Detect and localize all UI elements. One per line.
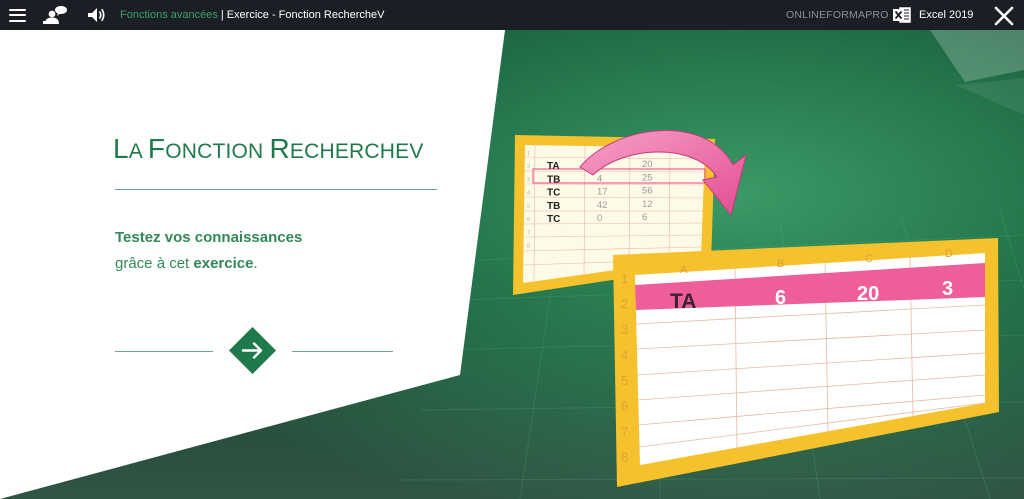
title-divider: [115, 189, 437, 190]
small-sheet-value: 20: [642, 159, 653, 170]
large-sheet-column-header: C: [865, 253, 873, 265]
menu-button[interactable]: [0, 0, 34, 30]
nav-divider-left: [115, 351, 213, 352]
small-sheet-value: 42: [597, 200, 608, 211]
large-sheet-column-header: D: [945, 248, 953, 260]
small-sheet-code: TC: [547, 214, 560, 225]
small-sheet-row-number: 5: [527, 204, 530, 210]
breadcrumb: Fonctions avancées | Exercice - Fonction R…: [120, 0, 384, 30]
large-sheet-row-number: 5: [621, 373, 628, 388]
highlight-value-3: 3: [942, 278, 953, 300]
breadcrumb-separator: |: [220, 9, 224, 21]
breadcrumb-section[interactable]: Fonctions avancées: [120, 9, 218, 21]
small-sheet-value: 0: [597, 213, 602, 224]
large-sheet-row-number: 8: [621, 450, 628, 465]
small-sheet-value: 17: [597, 187, 608, 198]
highlight-code: TA: [670, 290, 696, 313]
small-sheet-row-number: 8: [527, 243, 530, 249]
large-sheet-row-number: 1: [621, 271, 628, 286]
small-sheet-code: TA: [547, 161, 560, 172]
large-sheet-row-number: 4: [621, 348, 628, 363]
brand-name: ONLINEFORMAPRO: [786, 9, 889, 21]
breadcrumb-current-page: Exercice - Fonction RechercheV: [226, 9, 385, 21]
small-sheet-value: 25: [642, 172, 653, 183]
small-sheet-value: 6: [642, 212, 647, 223]
small-sheet-row-number: 7: [527, 230, 530, 236]
subtitle-line-2: grâce à cet exercice.: [115, 255, 258, 272]
small-sheet-value: 12: [642, 199, 653, 210]
users-chat-icon: [43, 6, 67, 24]
small-sheet-row-number: 1: [527, 151, 530, 157]
large-sheet-column-header: B: [777, 258, 784, 270]
large-sheet-row-number: 7: [621, 424, 628, 439]
subtitle-line-1: Testez vos connaissances: [115, 229, 303, 246]
large-spreadsheet: A B C D 1 2 3 4 5 6 7 8 TA 6 20 3: [613, 238, 999, 487]
top-bar: Fonctions avancées | Exercice - Fonction R…: [0, 0, 1024, 30]
sound-icon: [88, 8, 105, 22]
next-button[interactable]: [229, 327, 276, 374]
small-sheet-value: 4: [597, 173, 602, 184]
large-sheet-row-number: 3: [621, 322, 628, 337]
page-title: LA FONCTION RECHERCHEV: [113, 133, 424, 164]
highlight-value-1: 6: [775, 287, 786, 309]
small-sheet-row-number: 6: [527, 217, 530, 223]
small-sheet-value: 56: [642, 186, 653, 197]
nav-divider-right: [292, 351, 393, 352]
highlight-value-2: 20: [857, 283, 879, 305]
users-chat-button[interactable]: [40, 0, 70, 30]
close-icon[interactable]: [993, 5, 1015, 27]
small-sheet-code: TB: [547, 201, 560, 212]
small-sheet-row-number: 4: [527, 191, 530, 197]
menu-icon: [8, 8, 26, 22]
large-sheet-row-number: 6: [621, 399, 628, 414]
small-sheet-row-number: 2: [527, 164, 530, 170]
large-sheet-column-header: A: [680, 264, 688, 276]
vlookup-illustration: 12TA6203TB4254TC17565TB42126TC0678 ABCD …: [513, 130, 999, 487]
product-name: Excel 2019: [919, 9, 974, 21]
slide-stage: LA FONCTION RECHERCHEV Testez vos connai…: [0, 30, 1024, 499]
sound-button[interactable]: [84, 0, 110, 30]
large-sheet-row-number: 2: [621, 297, 628, 312]
small-sheet-code: TB: [547, 174, 560, 185]
small-sheet-row-number: 3: [527, 177, 530, 183]
excel-icon: [893, 6, 912, 24]
small-sheet-code: TC: [547, 188, 560, 199]
